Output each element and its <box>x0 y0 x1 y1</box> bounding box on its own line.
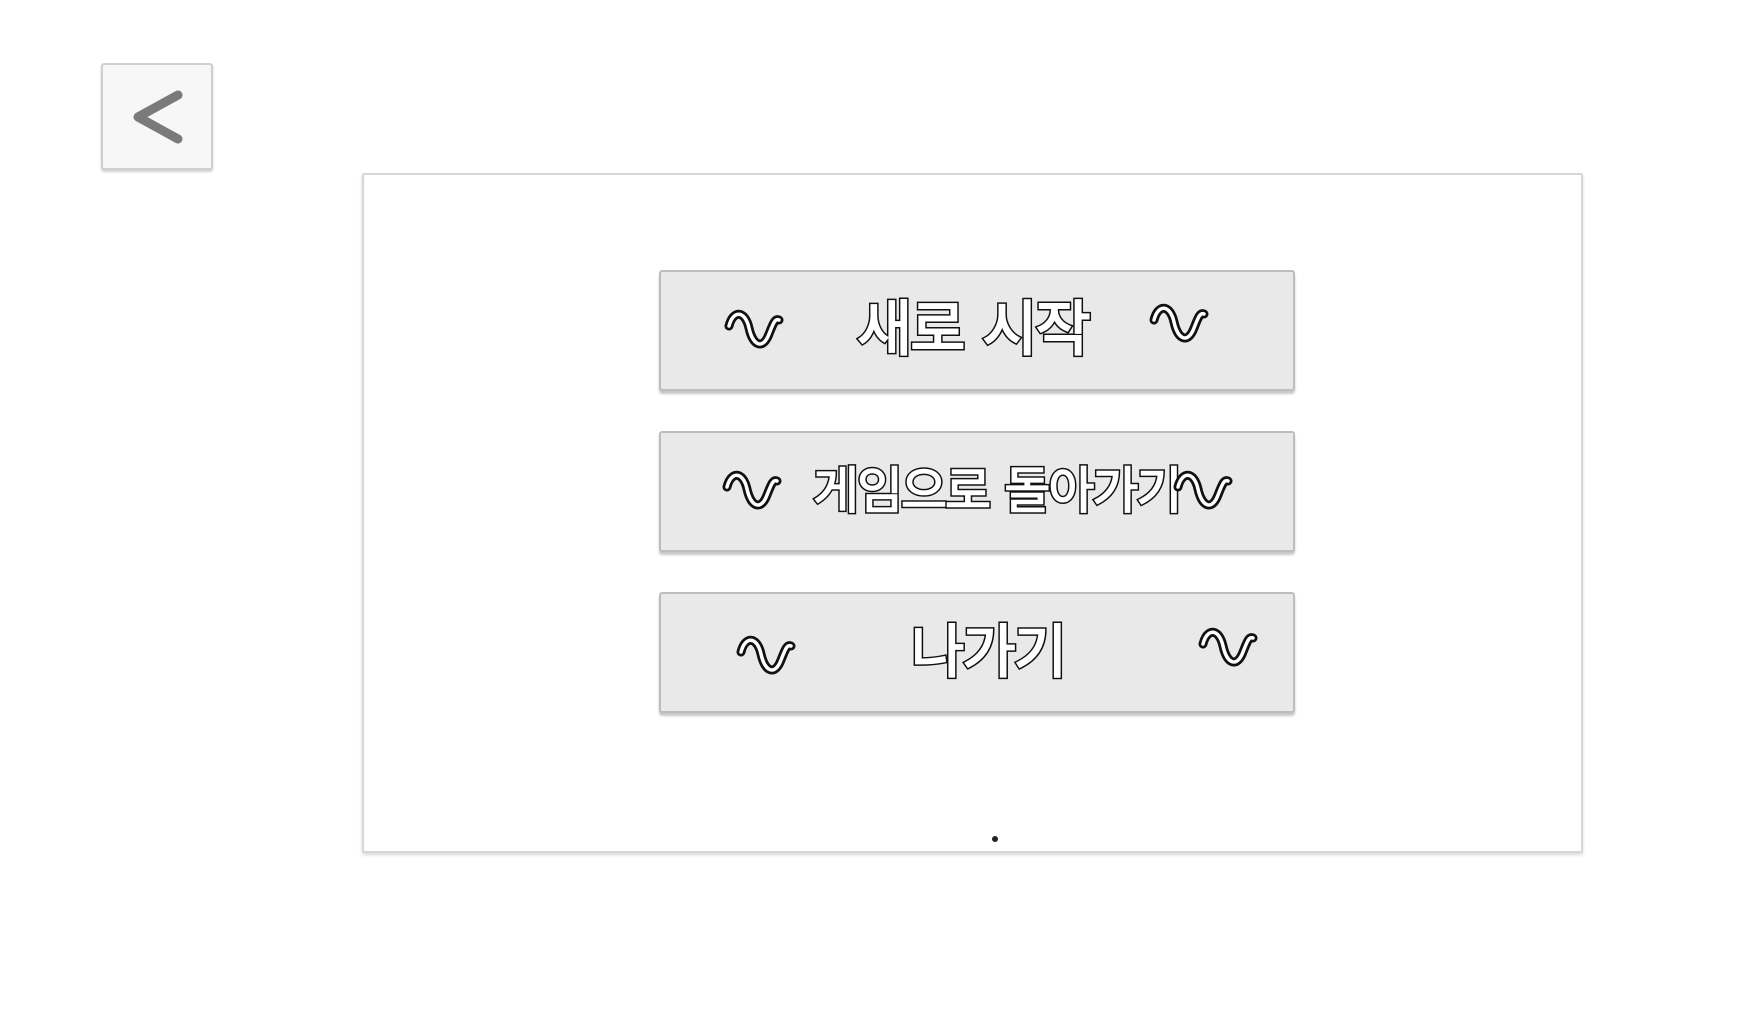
resume-game-button[interactable]: 게임으로 돌아가기 <box>659 431 1295 552</box>
back-button[interactable] <box>101 63 213 170</box>
exit-label: 나가기 <box>909 617 1068 688</box>
pause-menu-panel: 새로 시작 게임으로 돌아가기 나가기 <box>362 173 1583 853</box>
tilde-left-icon <box>722 470 782 510</box>
exit-button[interactable]: 나가기 <box>659 592 1295 713</box>
tilde-right-icon <box>1198 627 1258 667</box>
new-game-button[interactable]: 새로 시작 <box>659 270 1295 391</box>
tilde-left-icon <box>736 635 796 675</box>
tilde-left-icon <box>724 309 784 349</box>
tilde-right-icon <box>1149 303 1209 343</box>
new-game-label: 새로 시작 <box>856 294 1093 367</box>
resume-game-label: 게임으로 돌아가기 <box>811 461 1183 522</box>
chevron-left-icon <box>133 90 183 144</box>
tilde-right-icon <box>1173 470 1233 510</box>
game-screen: 새로 시작 게임으로 돌아가기 나가기 <box>0 0 1762 1018</box>
center-dot <box>992 836 998 842</box>
